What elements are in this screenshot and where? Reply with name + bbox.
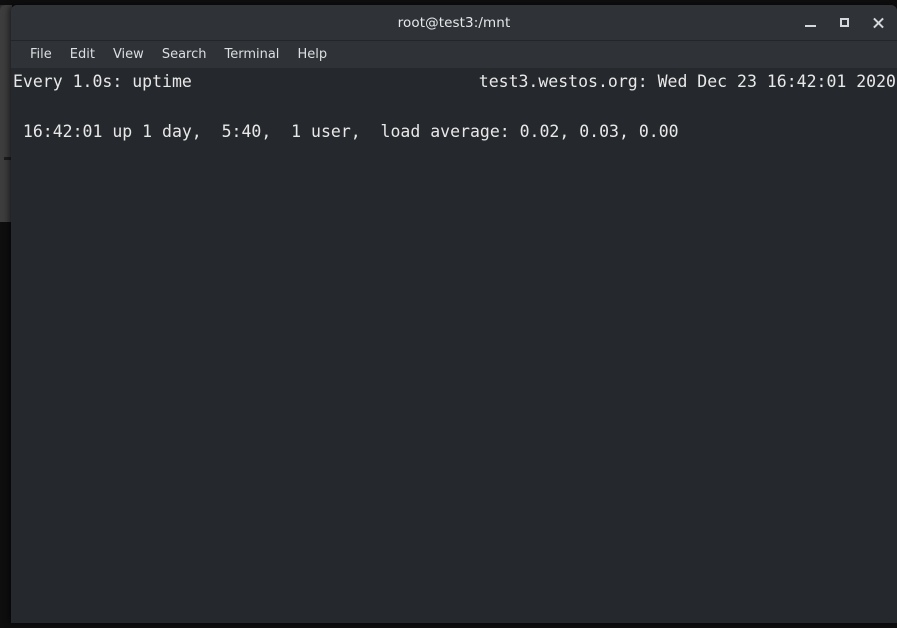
window-titlebar[interactable]: root@test3:/mnt [11,5,897,41]
watch-header-row: Every 1.0s: uptime test3.westos.org: Wed… [11,69,897,94]
minimize-icon [804,25,816,27]
watch-host-timestamp: test3.westos.org: Wed Dec 23 16:42:01 20… [478,72,896,91]
terminal-window[interactable]: root@test3:/mnt File Edit View Search Te… [11,5,897,623]
uptime-output-line: 16:42:01 up 1 day, 5:40, 1 user, load av… [13,122,679,141]
menu-item-edit[interactable]: Edit [61,45,104,65]
close-button[interactable] [861,5,895,40]
menu-item-file[interactable]: File [21,45,61,65]
terminal-output-area[interactable]: Every 1.0s: uptime test3.westos.org: Wed… [11,69,897,623]
window-controls [793,5,895,40]
menu-item-view[interactable]: View [104,45,153,65]
desktop-background: root@test3:/mnt File Edit View Search Te… [0,0,897,628]
menubar: File Edit View Search Terminal Help [11,41,897,69]
watch-interval-command: Every 1.0s: uptime [13,72,192,91]
window-title: root@test3:/mnt [397,14,511,31]
menu-item-search[interactable]: Search [153,45,216,65]
minimize-button[interactable] [793,5,827,40]
menu-item-help[interactable]: Help [288,45,336,65]
close-icon [872,17,884,29]
menu-item-terminal[interactable]: Terminal [215,45,288,65]
maximize-icon [839,18,849,27]
maximize-button[interactable] [827,5,861,40]
